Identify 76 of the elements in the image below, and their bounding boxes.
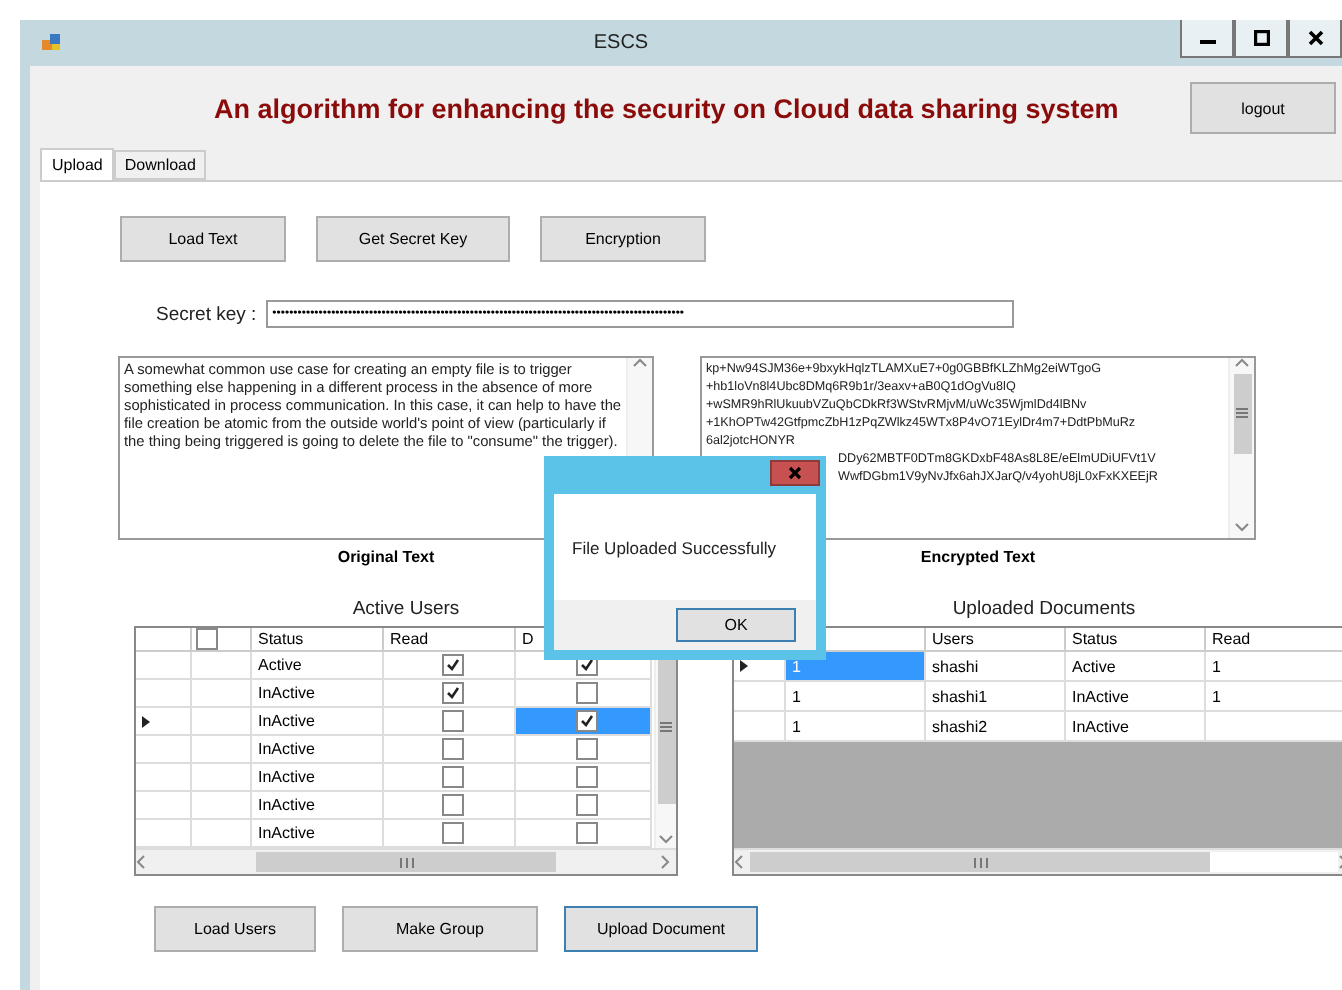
table-cell [192,792,252,820]
grip-icon[interactable] [973,857,987,867]
row-header[interactable] [136,708,192,736]
table-cell: 1 [1206,682,1342,712]
table-cell: InActive [252,820,384,848]
column-header[interactable] [192,628,252,652]
ok-button[interactable]: OK [676,608,796,642]
secret-key-label: Secret key : [156,303,257,325]
table-cell [192,736,252,764]
checkbox[interactable] [196,628,218,650]
check-icon [579,658,593,672]
table-cell: 1 [786,652,926,682]
grip-icon[interactable] [660,722,672,734]
table-cell [192,764,252,792]
table-cell: Active [1066,652,1206,682]
column-header[interactable]: Users [926,628,1066,652]
dialog-message: File Uploaded Successfully [572,537,777,557]
app-icon [42,34,62,52]
checkbox[interactable] [441,654,463,676]
table-cell: 1 [786,712,926,742]
table-cell: InActive [252,736,384,764]
table-cell: shashi1 [926,682,1066,712]
table-cell: shashi2 [926,712,1066,742]
checkbox[interactable] [575,682,597,704]
table-cell: Active [252,652,384,680]
table-cell [192,680,252,708]
table-cell: InActive [1066,682,1206,712]
table-cell [192,708,252,736]
table-cell: InActive [252,764,384,792]
action-button[interactable]: Get Secret Key [316,216,510,262]
column-header[interactable]: Status [252,628,384,652]
tab[interactable]: Download [114,150,206,180]
table-cell: 1 [1206,652,1342,682]
check-icon [579,714,593,728]
table-cell: InActive [252,792,384,820]
action-button[interactable]: Load Users [154,906,316,952]
checkbox[interactable] [575,794,597,816]
grid-title: Uploaded Documents [952,598,1136,620]
table-cell [192,652,252,680]
table-cell: InActive [252,680,384,708]
table-cell: InActive [1066,712,1206,742]
column-header[interactable]: Read [1206,628,1342,652]
grid-title: Active Users [352,598,460,620]
checkbox[interactable] [441,682,463,704]
action-button[interactable]: Load Text [120,216,286,262]
action-button[interactable]: Encryption [540,216,706,262]
action-button[interactable]: Make Group [342,906,538,952]
checkbox[interactable] [441,794,463,816]
checkbox[interactable] [441,822,463,844]
checkbox[interactable] [441,710,463,732]
column-header[interactable]: Read [384,628,516,652]
checkbox[interactable] [575,738,597,760]
original-text-caption: Original Text [337,548,435,566]
encrypted-text-caption: Encrypted Text [920,548,1036,566]
checkbox[interactable] [575,710,597,732]
row-pointer-icon [142,715,150,727]
window-title: ESCS [591,32,651,54]
grip-icon[interactable] [399,857,413,867]
table-cell [1206,712,1342,742]
checkbox[interactable] [441,766,463,788]
logout-button[interactable]: logout [1190,82,1336,134]
dialog-close-button[interactable] [770,460,820,486]
checkbox[interactable] [575,822,597,844]
close-icon[interactable] [1307,30,1323,46]
action-button[interactable]: Upload Document [564,906,758,952]
row-pointer-icon [740,660,748,672]
table-cell: 1 [786,682,926,712]
column-header[interactable]: Status [1066,628,1206,652]
tab[interactable]: Upload [40,148,115,180]
checkbox[interactable] [441,738,463,760]
table-cell: shashi [926,652,1066,682]
grip-icon[interactable] [1236,408,1248,420]
maximize-icon[interactable] [1253,30,1269,46]
table-cell: InActive [252,708,384,736]
app-heading: An algorithm for enhancing the security on Cloud data sharing system [214,93,1121,123]
checkbox[interactable] [575,766,597,788]
